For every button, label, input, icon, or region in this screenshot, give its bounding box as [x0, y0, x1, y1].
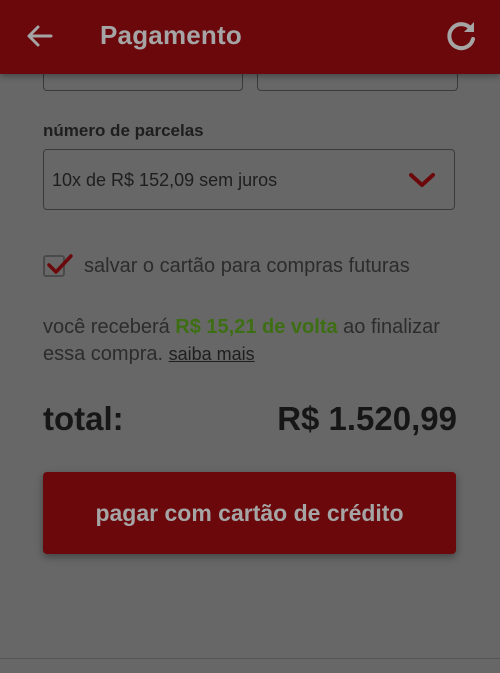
installments-select[interactable]: 10x de R$ 152,09 sem juros: [43, 149, 455, 210]
save-card-label: salvar o cartão para compras futuras: [84, 255, 410, 277]
payment-screen: Pagamento número de parcelas 10x de R$ 1…: [0, 0, 500, 673]
installments-selected-value: 10x de R$ 152,09 sem juros: [52, 170, 278, 190]
checkmark-icon: [47, 254, 73, 274]
chevron-down-icon: [409, 173, 435, 187]
page-title: Pagamento: [100, 20, 242, 50]
app-bar: Pagamento: [0, 0, 500, 74]
cashback-amount: R$ 15,21 de volta: [175, 316, 338, 338]
installments-label: número de parcelas: [43, 121, 204, 140]
total-label: total:: [43, 400, 124, 437]
pay-with-credit-card-button[interactable]: pagar com cartão de crédito: [43, 472, 456, 554]
refresh-icon: [447, 22, 475, 51]
save-card-option[interactable]: salvar o cartão para compras futuras: [43, 253, 463, 283]
back-button[interactable]: [22, 19, 56, 53]
pay-button-label: pagar com cartão de crédito: [95, 499, 404, 526]
bottom-divider: [0, 658, 500, 659]
total-value: R$ 1.520,99: [277, 400, 457, 437]
refresh-button[interactable]: [442, 17, 480, 55]
arrow-left-icon: [27, 25, 53, 47]
learn-more-link[interactable]: saiba mais: [169, 344, 255, 364]
cashback-prefix: você receberá: [43, 316, 176, 338]
save-card-checkbox[interactable]: [43, 254, 73, 277]
cashback-info: você receberá R$ 15,21 de volta ao final…: [43, 314, 463, 368]
